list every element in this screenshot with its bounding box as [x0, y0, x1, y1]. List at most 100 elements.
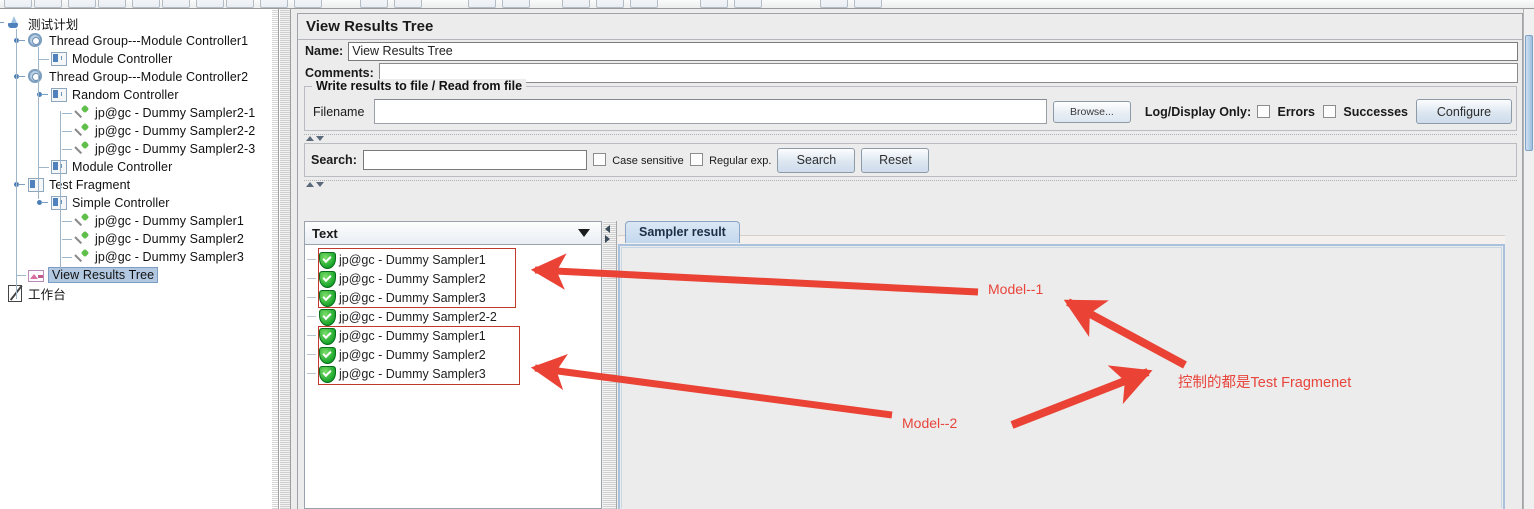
tree-node[interactable]: Module Controller	[50, 158, 172, 176]
tree-node[interactable]: jp@gc - Dummy Sampler2-3	[73, 140, 255, 158]
errors-label: Errors	[1277, 104, 1316, 119]
tree-node[interactable]: Thread Group---Module Controller2	[27, 68, 248, 86]
toolbar-button[interactable]	[260, 0, 288, 8]
success-shield-icon	[319, 347, 336, 364]
toolbar-button[interactable]	[562, 0, 590, 8]
toolbar-button[interactable]	[196, 0, 224, 8]
toolbar-button[interactable]	[734, 0, 762, 8]
tree-node[interactable]: View Results Tree	[27, 266, 159, 284]
search-bar: Search: Case sensitive Regular exp. Sear…	[304, 143, 1517, 177]
tab-sampler-result[interactable]: Sampler result	[625, 221, 740, 243]
tree-node[interactable]: jp@gc - Dummy Sampler2-2	[73, 122, 255, 140]
case-sensitive-wrap[interactable]: Case sensitive	[592, 153, 684, 167]
tree-node-label: Random Controller	[72, 88, 179, 102]
collapse-down-icon[interactable]	[316, 136, 324, 141]
toolbar-button[interactable]	[226, 0, 254, 8]
toolbar-button[interactable]	[596, 0, 624, 8]
toolbar-button[interactable]	[4, 0, 32, 8]
scrollbar-thumb[interactable]	[1525, 35, 1533, 151]
result-list-item[interactable]: jp@gc - Dummy Sampler2	[307, 269, 486, 288]
toolbar-button[interactable]	[294, 0, 322, 8]
split-left-arrow-icon[interactable]	[605, 225, 610, 233]
results-split-divider[interactable]	[603, 221, 617, 509]
result-connector	[307, 278, 316, 279]
successes-checkbox-wrap[interactable]: Successes	[1323, 104, 1410, 119]
toolbar-button[interactable]	[394, 0, 422, 8]
search-button[interactable]: Search	[777, 147, 856, 173]
tree-node-label: 工作台	[28, 287, 66, 302]
regular-exp-checkbox[interactable]	[689, 153, 703, 166]
toolbar-button[interactable]	[820, 0, 848, 8]
collapse-down-icon-2[interactable]	[316, 182, 324, 187]
result-list-item-label: jp@gc - Dummy Sampler3	[339, 290, 486, 305]
result-list-item[interactable]: jp@gc - Dummy Sampler3	[307, 288, 486, 307]
tree-node[interactable]: 工作台	[6, 284, 66, 302]
name-input[interactable]	[348, 41, 1518, 61]
result-connector	[307, 259, 316, 260]
tree-connector	[38, 47, 39, 199]
successes-checkbox[interactable]	[1323, 104, 1337, 118]
browse-button[interactable]: Browse...	[1052, 100, 1131, 123]
test-plan-icon	[6, 15, 24, 31]
tree-expand-handle[interactable]	[0, 17, 4, 28]
configure-button[interactable]: Configure	[1416, 99, 1512, 124]
split-right-arrow-icon[interactable]	[605, 235, 610, 243]
toolbar-button[interactable]	[68, 0, 96, 8]
main-split-divider[interactable]	[279, 9, 291, 509]
regex-wrap[interactable]: Regular exp.	[689, 153, 771, 167]
result-list-item-label: jp@gc - Dummy Sampler1	[339, 328, 486, 343]
toolbar-button[interactable]	[132, 0, 160, 8]
toolbar-button[interactable]	[700, 0, 728, 8]
tree-node[interactable]: Test Fragment	[27, 176, 130, 194]
dummy-sampler-icon	[73, 141, 91, 157]
tree-node[interactable]: jp@gc - Dummy Sampler3	[73, 248, 244, 266]
test-plan-tree[interactable]: 测试计划 Thread Group---Module Controller1 Mod…	[0, 9, 279, 509]
result-list-item[interactable]: jp@gc - Dummy Sampler2-2	[307, 307, 497, 326]
tree-node-label: Module Controller	[72, 160, 173, 174]
toolbar-button[interactable]	[854, 0, 882, 8]
toolbar-button[interactable]	[98, 0, 126, 8]
toolbar-button[interactable]	[34, 0, 62, 8]
tree-node[interactable]: Simple Controller	[50, 194, 170, 212]
renderer-select[interactable]: Text	[304, 221, 602, 245]
errors-checkbox[interactable]	[1257, 104, 1271, 118]
success-shield-icon	[319, 366, 336, 383]
write-results-group: Write results to file / Read from file F…	[304, 79, 1517, 131]
sampler-result-content[interactable]	[618, 244, 1505, 509]
success-shield-icon	[319, 328, 336, 345]
chevron-down-icon[interactable]	[578, 229, 590, 237]
filename-input[interactable]	[374, 99, 1047, 124]
sampler-result-text	[621, 247, 1502, 508]
toolbar-button[interactable]	[468, 0, 496, 8]
tree-node[interactable]: jp@gc - Dummy Sampler1	[73, 212, 244, 230]
tree-node[interactable]: jp@gc - Dummy Sampler2-1	[73, 104, 255, 122]
section-divider[interactable]	[304, 134, 1517, 143]
tree-node[interactable]: Module Controller	[50, 50, 172, 68]
section-divider-2[interactable]	[304, 180, 1517, 189]
toolbar-button[interactable]	[630, 0, 658, 8]
tree-connector	[62, 239, 72, 240]
tree-node-label: jp@gc - Dummy Sampler2-1	[95, 106, 256, 120]
toolbar-button[interactable]	[360, 0, 388, 8]
tree-node[interactable]: Random Controller	[50, 86, 179, 104]
panel-vertical-scrollbar[interactable]	[1523, 9, 1534, 509]
errors-checkbox-wrap[interactable]: Errors	[1257, 104, 1317, 119]
result-list-item[interactable]: jp@gc - Dummy Sampler1	[307, 326, 486, 345]
reset-button[interactable]: Reset	[861, 147, 930, 173]
result-list-item[interactable]: jp@gc - Dummy Sampler2	[307, 345, 486, 364]
result-list-item[interactable]: jp@gc - Dummy Sampler1	[307, 250, 486, 269]
toolbar-button[interactable]	[162, 0, 190, 8]
result-list-item[interactable]: jp@gc - Dummy Sampler3	[307, 364, 486, 383]
collapse-up-icon[interactable]	[306, 136, 314, 141]
tree-connector	[62, 149, 72, 150]
collapse-up-icon-2[interactable]	[306, 182, 314, 187]
comments-input[interactable]	[378, 63, 1518, 83]
results-tree-list[interactable]: jp@gc - Dummy Sampler1 jp@gc - Dummy Samp…	[304, 245, 602, 509]
case-sensitive-checkbox[interactable]	[592, 153, 606, 166]
tree-node-label: jp@gc - Dummy Sampler1	[95, 214, 244, 228]
search-input[interactable]	[362, 150, 587, 170]
tree-node[interactable]: jp@gc - Dummy Sampler2	[73, 230, 244, 248]
toolbar-button[interactable]	[502, 0, 530, 8]
tree-vertical-scrollbar[interactable]	[272, 9, 278, 509]
tree-node[interactable]: Thread Group---Module Controller1	[27, 32, 248, 50]
